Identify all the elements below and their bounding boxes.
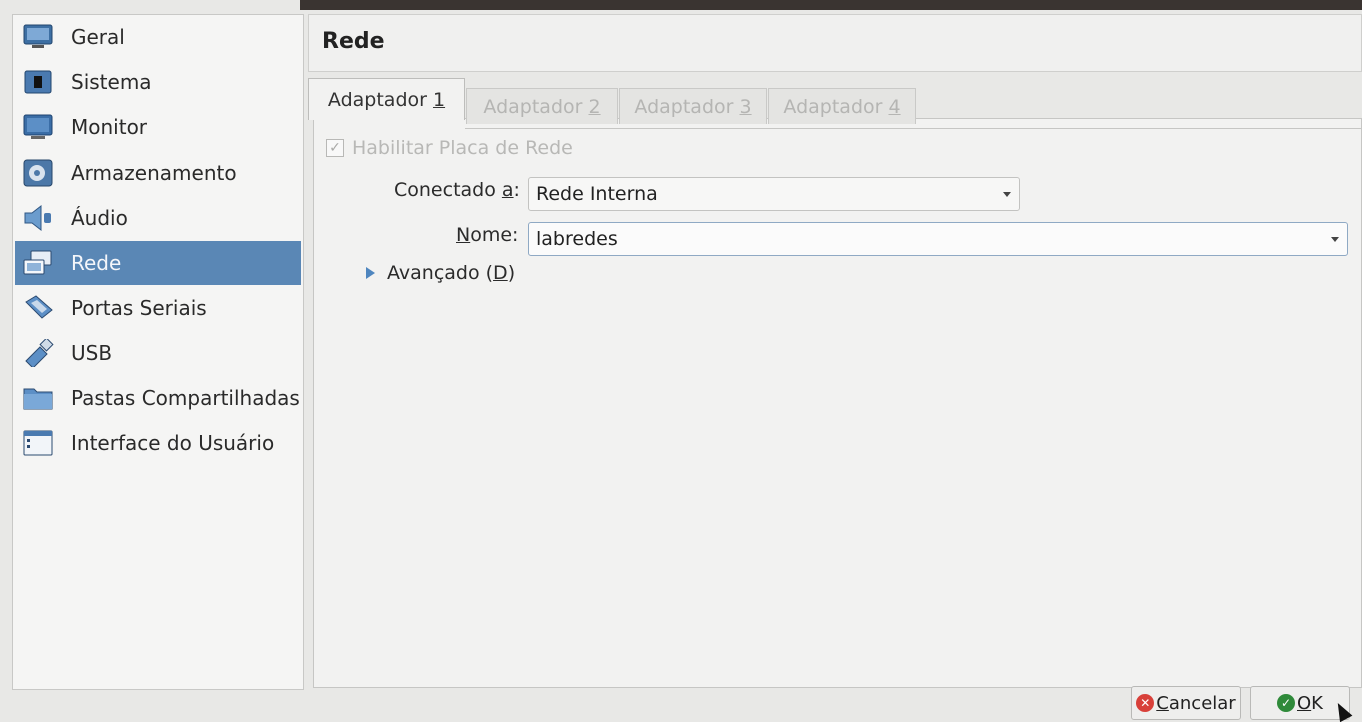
sidebar-item-label: Armazenamento	[71, 161, 237, 185]
dropdown-arrow-icon	[1003, 192, 1011, 197]
sidebar-item-label: Rede	[71, 251, 122, 275]
cancel-button[interactable]: ✕ Cancelar	[1131, 686, 1241, 720]
sidebar-item-audio[interactable]: Áudio	[15, 196, 301, 240]
advanced-mnemonic: D	[493, 262, 508, 284]
sidebar-item-label: Áudio	[71, 206, 128, 230]
tab-mnemonic: 4	[888, 95, 901, 118]
tab-adaptador-1[interactable]: Adaptador 1	[308, 78, 465, 120]
cancel-mnemonic: C	[1156, 692, 1169, 714]
tab-label: Adaptador	[634, 95, 740, 118]
attached-to-label: Conectado a:	[394, 179, 520, 201]
chip-icon	[21, 67, 55, 97]
panel-header: Rede	[308, 14, 1362, 72]
tab-mnemonic: 1	[432, 88, 446, 111]
sidebar-item-label: Sistema	[71, 70, 152, 94]
settings-window: Geral Sistema Monitor Armazenamento Áudi…	[0, 0, 1362, 722]
advanced-expander[interactable]: Avançado (D)	[366, 262, 515, 284]
name-label-text: ome:	[470, 224, 519, 246]
sidebar-item-label: Monitor	[71, 115, 148, 139]
monitor-general-icon	[21, 22, 55, 52]
enable-adapter-row[interactable]: ✓ Habilitar Placa de Rede	[326, 137, 573, 159]
ok-check-icon: ✓	[1277, 694, 1295, 712]
folder-icon	[21, 383, 55, 413]
network-name-value: labredes	[536, 228, 618, 250]
tab-label: Adaptador	[327, 88, 433, 111]
tab-label: Adaptador	[483, 95, 589, 118]
sidebar-item-rede[interactable]: Rede	[15, 241, 301, 285]
sidebar-item-pastas-compartilhadas[interactable]: Pastas Compartilhadas	[15, 376, 301, 420]
user-interface-icon	[21, 428, 55, 458]
attached-to-select[interactable]: Rede Interna	[528, 177, 1020, 211]
sidebar-item-label: Interface do Usuário	[71, 431, 275, 455]
ok-label: K	[1311, 692, 1323, 714]
usb-icon	[21, 338, 55, 368]
serial-port-icon	[21, 293, 55, 323]
sidebar-item-usb[interactable]: USB	[15, 331, 301, 375]
tab-mnemonic: 2	[588, 95, 601, 118]
disk-icon	[21, 158, 55, 188]
sidebar-item-monitor[interactable]: Monitor	[15, 105, 301, 149]
speaker-icon	[21, 203, 55, 233]
sidebar-item-label: Pastas Compartilhadas	[71, 386, 300, 410]
cancel-label: ancelar	[1168, 692, 1236, 714]
attached-to-label-colon: :	[513, 179, 520, 201]
tabs-divider	[465, 128, 1362, 129]
sidebar-item-geral[interactable]: Geral	[15, 15, 301, 59]
tab-mnemonic: 3	[739, 95, 752, 118]
tab-adaptador-4[interactable]: Adaptador 4	[768, 88, 916, 124]
sidebar-item-portas-seriais[interactable]: Portas Seriais	[15, 286, 301, 330]
enable-adapter-checkbox[interactable]: ✓	[326, 139, 344, 157]
advanced-label: Avançado (	[387, 262, 494, 284]
network-icon	[21, 248, 55, 278]
display-icon	[21, 112, 55, 142]
cancel-icon: ✕	[1136, 694, 1155, 712]
sidebar-item-armazenamento[interactable]: Armazenamento	[15, 151, 301, 195]
sidebar-item-label: Geral	[71, 25, 125, 49]
settings-sidebar: Geral Sistema Monitor Armazenamento Áudi…	[12, 14, 304, 690]
title-bar-strip	[300, 0, 1362, 10]
expand-triangle-icon	[366, 267, 375, 279]
sidebar-item-interface-do-usuario[interactable]: Interface do Usuário	[15, 421, 301, 465]
adapter-tabs: Adaptador 1 Adaptador 2 Adaptador 3 Adap…	[308, 78, 1362, 124]
tab-adaptador-2[interactable]: Adaptador 2	[466, 88, 618, 124]
attached-to-mnemonic: a	[501, 179, 514, 201]
name-mnemonic: N	[456, 224, 471, 246]
dropdown-arrow-icon	[1331, 237, 1339, 242]
attached-to-label-text: Conectado	[394, 179, 502, 201]
tab-adaptador-3[interactable]: Adaptador 3	[619, 88, 767, 124]
network-name-combobox[interactable]: labredes	[528, 222, 1348, 256]
sidebar-item-label: USB	[71, 341, 113, 365]
ok-mnemonic: O	[1297, 692, 1312, 714]
tab-label: Adaptador	[783, 95, 889, 118]
name-label: Nome:	[456, 224, 518, 246]
advanced-label-close: )	[507, 262, 516, 284]
enable-adapter-label: Habilitar Placa de Rede	[352, 137, 573, 159]
sidebar-item-sistema[interactable]: Sistema	[15, 60, 301, 104]
attached-to-value: Rede Interna	[536, 183, 658, 205]
sidebar-item-label: Portas Seriais	[71, 296, 207, 320]
page-title: Rede	[322, 29, 385, 54]
